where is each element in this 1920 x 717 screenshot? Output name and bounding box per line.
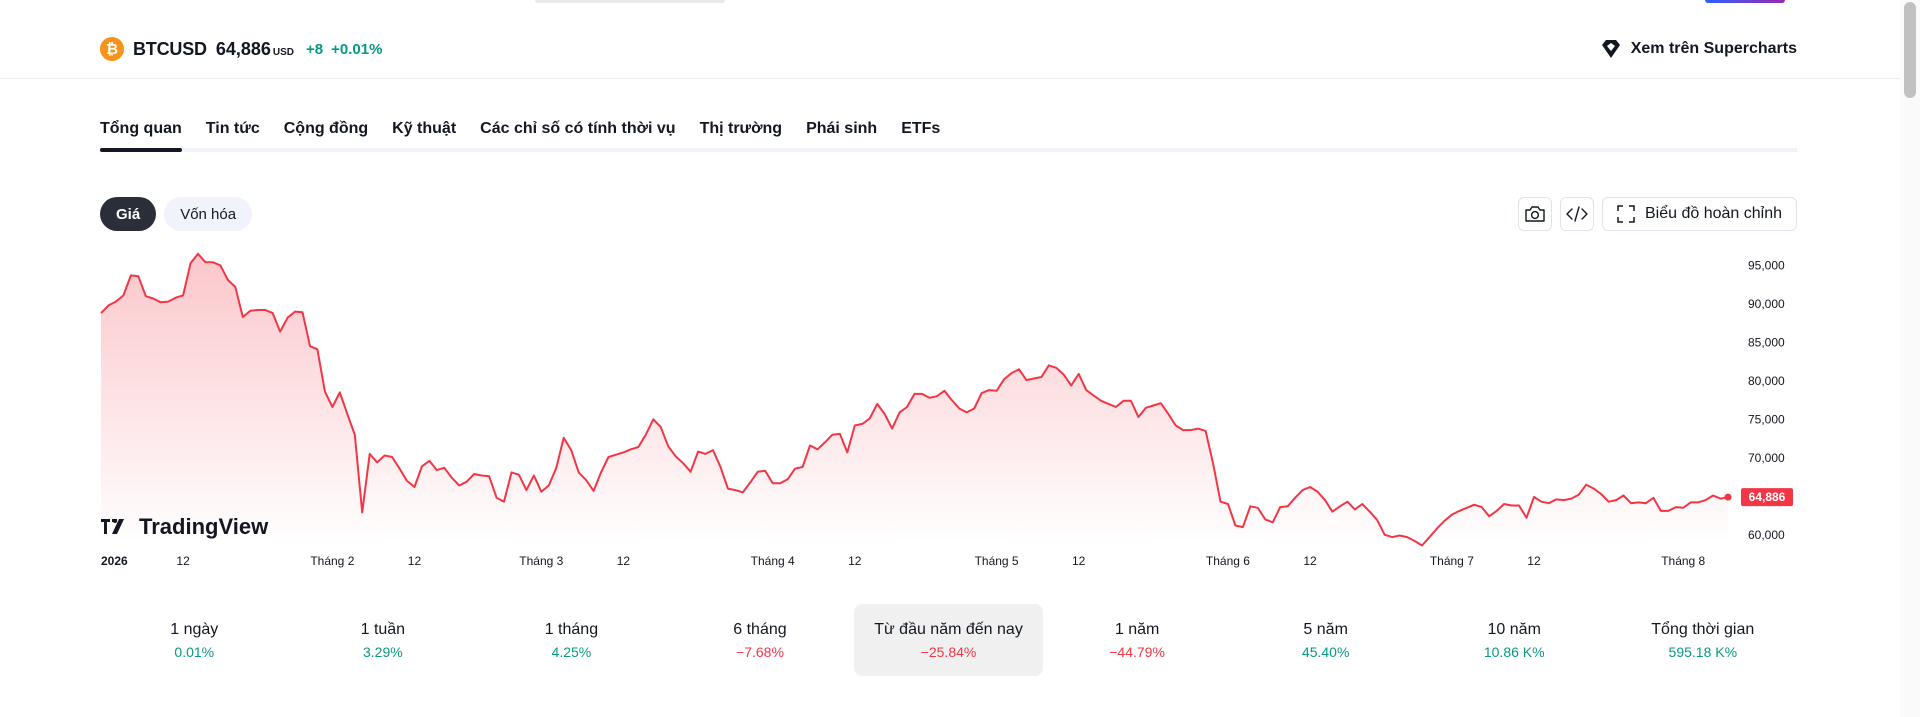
perf-label: 1 năm [1114,620,1160,638]
y-tick-label: 80,000 [1748,374,1785,388]
perf-value: −25.84% [920,643,977,660]
x-tick-label: Tháng 8 [1661,554,1705,568]
tab-community[interactable]: Cộng đồng [284,116,368,148]
perf-value: −44.79% [1109,643,1165,660]
tab-etfs[interactable]: ETFs [901,116,940,148]
perf-value: 595.18 K% [1668,643,1738,660]
price-area-chart[interactable]: 95,000 90,000 85,000 80,000 75,000 70,000 60,0… [0,240,1920,580]
perf-10-years[interactable]: 10 năm 10.86 K% [1420,604,1609,676]
perf-value: 45.40% [1301,643,1350,660]
last-price-badge-label: 64,886 [1749,490,1786,504]
embed-button[interactable] [1560,197,1594,231]
perf-value: 0.01% [174,643,215,660]
supercharts-label: Xem trên Supercharts [1630,40,1797,57]
bitcoin-logo-icon: ₿ [100,37,124,61]
y-tick-label: 85,000 [1748,335,1785,349]
perf-label: 5 năm [1303,620,1348,638]
perf-label: 10 năm [1487,620,1541,638]
tab-derivatives[interactable]: Phái sinh [806,116,877,148]
tab-technicals[interactable]: Kỹ thuật [392,116,456,148]
last-price-dot [1724,493,1732,501]
perf-value: 3.29% [362,643,403,660]
symbol-header: ₿ BTCUSD 64,886 USD +8 +0.01% Xem trên S… [100,34,1797,64]
x-tick-label: 12 [176,554,190,568]
perf-label: 6 tháng [733,620,787,638]
tab-news[interactable]: Tin tức [206,116,260,148]
x-tick-label: Tháng 7 [1430,554,1474,568]
x-tick-label: Tháng 3 [519,554,563,568]
tab-overview[interactable]: Tổng quan [100,116,182,152]
perf-value: −7.68% [736,643,784,660]
supercharts-icon [1601,40,1620,58]
y-tick-label: 60,000 [1748,528,1785,542]
last-price: 64,886 [215,38,271,59]
perf-value: 4.25% [551,643,592,660]
chart-toolbar: Biểu đồ hoàn chỉnh [1518,197,1797,231]
snapshot-button[interactable] [1518,197,1552,231]
x-tick-label: 12 [408,554,422,568]
x-tick-label: 12 [848,554,862,568]
price-change-abs: +8 [306,40,324,58]
price-change-pct: +0.01% [331,40,383,58]
performance-strip: 1 ngày 0.01% 1 tuần 3.29% 1 tháng 4.25% 6 t… [100,604,1797,676]
perf-1-day[interactable]: 1 ngày 0.01% [100,604,289,676]
perf-all-time[interactable]: Tổng thời gian 595.18 K% [1609,604,1798,676]
tradingview-watermark: TradingView [139,514,269,539]
price-mode-button[interactable]: Giá [100,197,157,231]
y-tick-label: 75,000 [1748,412,1785,426]
perf-label: 1 ngày [170,620,219,638]
x-tick-label: 12 [1072,554,1086,568]
perf-ytd[interactable]: Từ đầu năm đến nay −25.84% [854,604,1043,676]
x-tick-label: Tháng 4 [751,554,795,568]
y-tick-label: 95,000 [1748,258,1785,272]
perf-6-months[interactable]: 6 tháng −7.68% [666,604,855,676]
perf-1-week[interactable]: 1 tuần 3.29% [289,604,478,676]
x-tick-label: 2026 [101,554,128,568]
perf-value: 10.86 K% [1483,643,1545,660]
code-icon [1566,206,1588,222]
x-tick-label: Tháng 2 [310,554,354,568]
top-upgrade-stub[interactable] [1705,0,1785,3]
y-tick-label: 90,000 [1748,297,1785,311]
y-tick-label: 70,000 [1748,451,1785,465]
chart-mode-switch: Giá Vốn hóa [100,197,253,231]
perf-label: Từ đầu năm đến nay [874,620,1023,638]
price-area-fill [101,253,1728,546]
perf-label: 1 tháng [544,620,599,638]
price-currency: USD [272,46,294,58]
tab-seasonals[interactable]: Các chỉ số có tính thời vụ [480,116,675,148]
perf-label: Tổng thời gian [1651,620,1755,638]
camera-icon [1525,206,1545,222]
header-divider [0,78,1900,79]
x-tick-label: Tháng 5 [975,554,1019,568]
x-tick-label: 12 [617,554,631,568]
last-price-marker: 64,886 [1724,488,1793,507]
x-tick-label: Tháng 6 [1206,554,1250,568]
perf-1-year[interactable]: 1 năm −44.79% [1043,604,1232,676]
perf-label: 1 tuần [360,620,406,638]
symbol-name: BTCUSD [133,38,207,59]
top-search-stub[interactable] [535,0,725,3]
x-tick-label: 12 [1303,554,1317,568]
full-chart-button[interactable]: Biểu đồ hoàn chỉnh [1602,197,1797,231]
marketcap-mode-button[interactable]: Vốn hóa [164,197,253,231]
perf-5-years[interactable]: 5 năm 45.40% [1231,604,1420,676]
perf-1-month[interactable]: 1 tháng 4.25% [477,604,666,676]
full-chart-label: Biểu đồ hoàn chỉnh [1645,205,1782,222]
supercharts-button[interactable]: Xem trên Supercharts [1599,38,1797,60]
x-axis: 2026 12 Tháng 2 12 Tháng 3 12 Tháng 4 12 Tháng 5… [101,554,1706,568]
scrollbar-thumb[interactable] [1904,2,1916,98]
fullscreen-icon [1617,205,1635,223]
symbol-tabs: Tổng quan Tin tức Cộng đồng Kỹ thuật Các… [100,116,1797,152]
tab-markets[interactable]: Thị trường [700,116,783,148]
x-tick-label: 12 [1527,554,1541,568]
